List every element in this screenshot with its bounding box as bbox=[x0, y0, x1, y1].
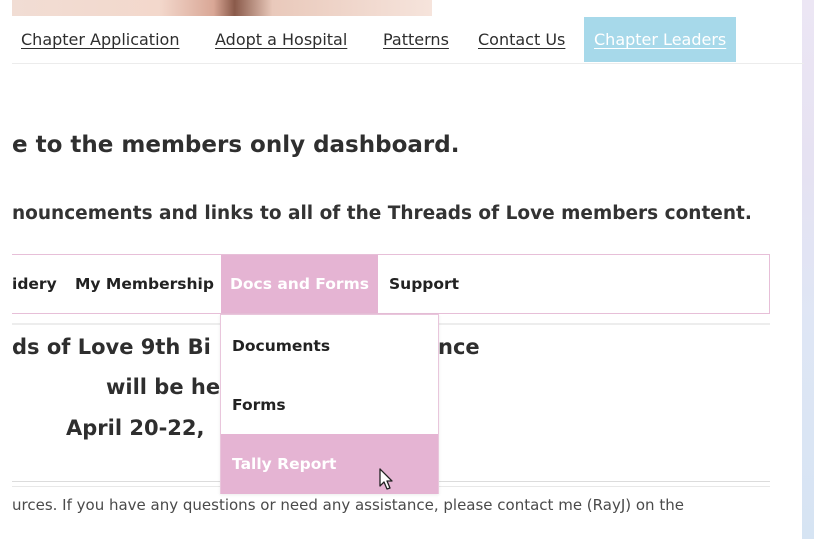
nav-divider bbox=[12, 63, 804, 64]
dropdown-item-tally-report[interactable]: Tally Report bbox=[221, 434, 438, 494]
resources-paragraph: urces. If you have any questions or need… bbox=[12, 496, 684, 514]
announcement-line-3: April 20-22, bbox=[66, 416, 205, 440]
subnav-item-embroidery[interactable]: idery bbox=[12, 255, 57, 313]
announcement-line-1: ds of Love 9th Bi bbox=[12, 335, 211, 359]
docs-and-forms-dropdown: Documents Forms Tally Report bbox=[220, 314, 439, 494]
announcement-line-2: will be he bbox=[106, 375, 221, 399]
announcement-line-1-tail: nce bbox=[438, 335, 480, 359]
dropdown-item-forms[interactable]: Forms bbox=[221, 375, 438, 435]
top-navigation: Chapter Application Adopt a Hospital Pat… bbox=[12, 17, 804, 62]
hero-image-strip bbox=[12, 0, 432, 16]
nav-adopt-a-hospital[interactable]: Adopt a Hospital bbox=[215, 17, 347, 62]
subnav-item-docs-and-forms[interactable]: Docs and Forms bbox=[221, 255, 378, 313]
nav-contact-us[interactable]: Contact Us bbox=[478, 17, 565, 62]
nav-chapter-leaders[interactable]: Chapter Leaders bbox=[584, 17, 737, 62]
dropdown-item-documents[interactable]: Documents bbox=[221, 316, 438, 376]
page-edge-decoration bbox=[802, 0, 814, 539]
nav-chapter-application[interactable]: Chapter Application bbox=[21, 17, 179, 62]
nav-patterns[interactable]: Patterns bbox=[383, 17, 449, 62]
subnav-item-my-membership[interactable]: My Membership bbox=[75, 255, 214, 313]
dashboard-welcome-heading: e to the members only dashboard. bbox=[12, 132, 460, 158]
members-subnav: idery My Membership Docs and Forms Suppo… bbox=[12, 254, 770, 314]
pointer-cursor-icon bbox=[379, 468, 393, 490]
dashboard-intro-text: nouncements and links to all of the Thre… bbox=[12, 203, 752, 224]
subnav-item-support[interactable]: Support bbox=[389, 255, 459, 313]
